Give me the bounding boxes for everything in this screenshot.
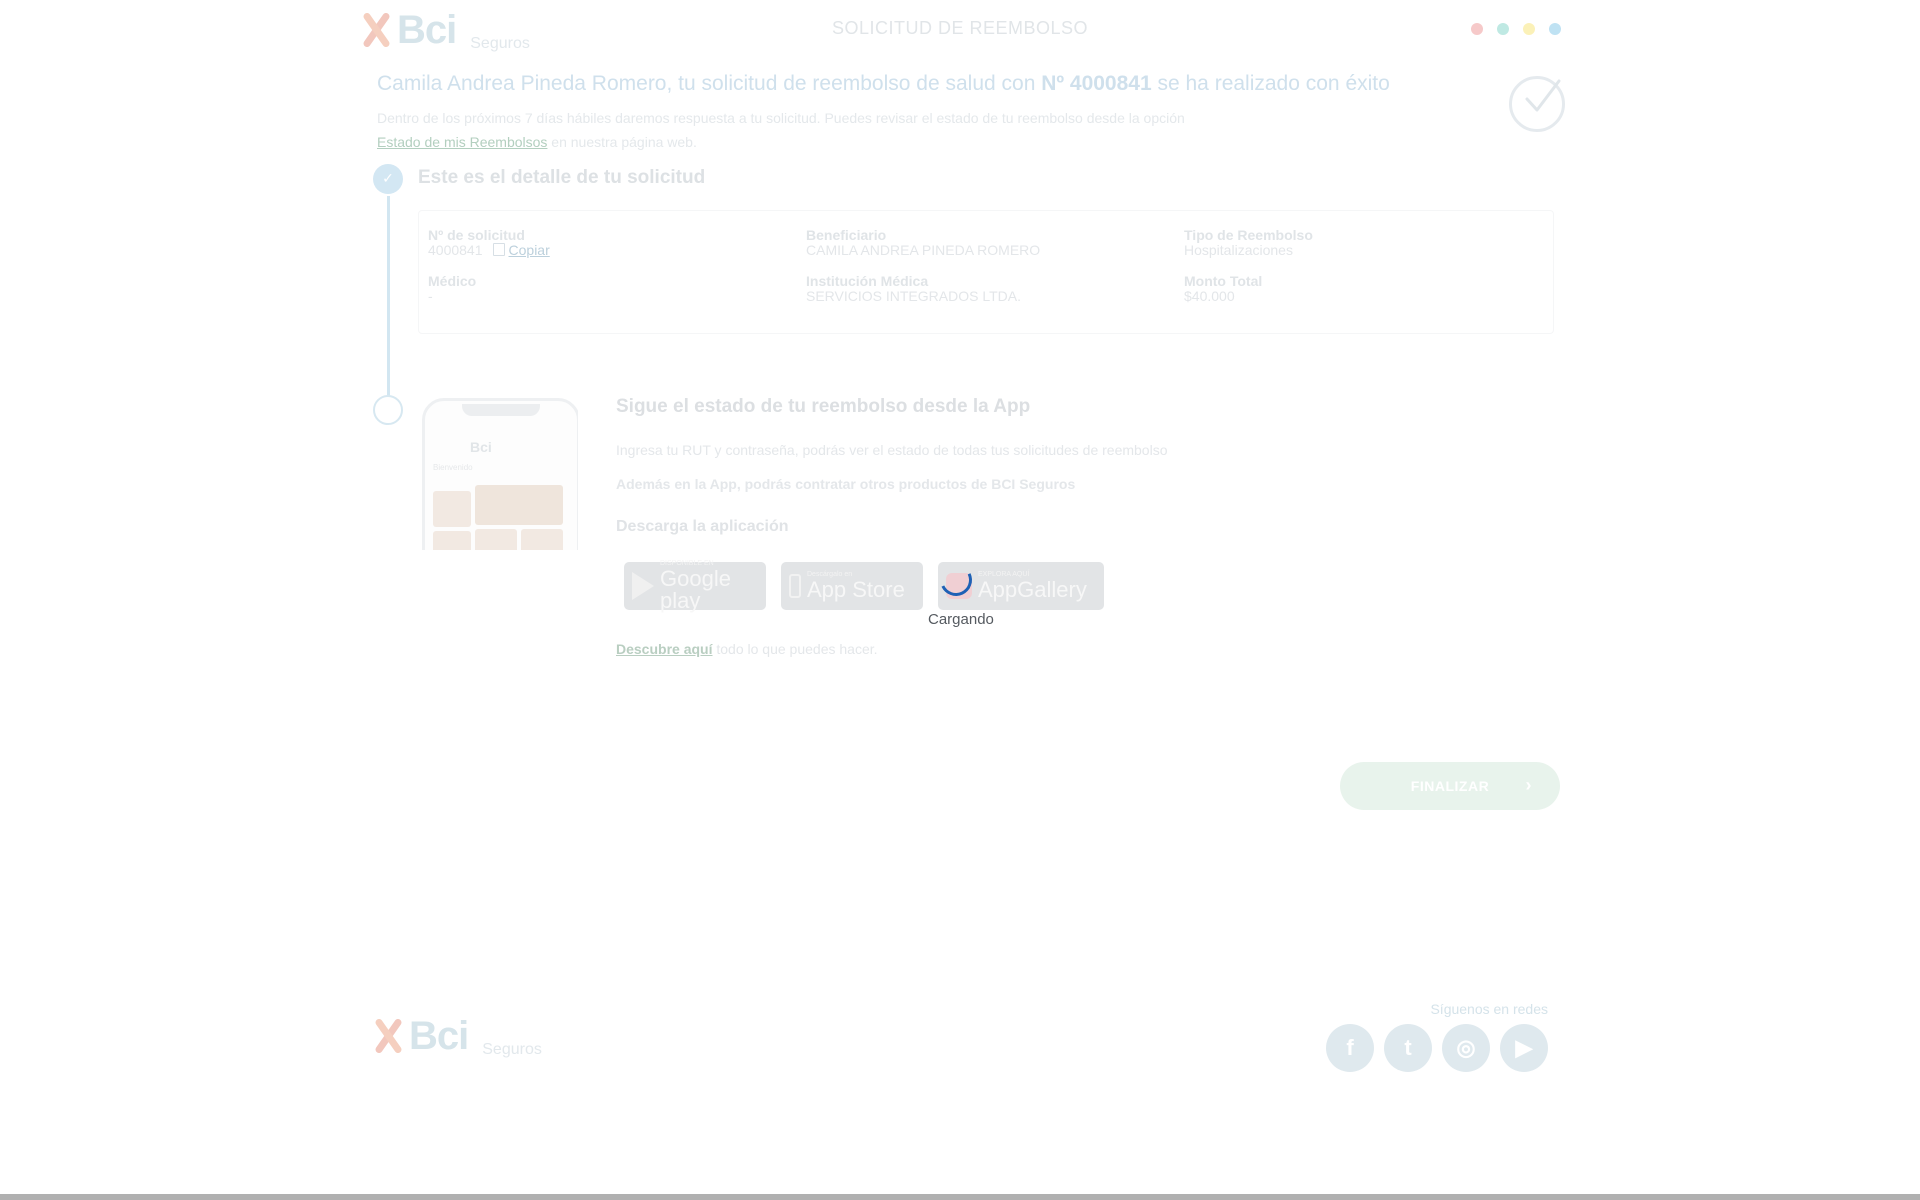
doctor-label: Médico <box>428 273 477 289</box>
follow-us-label: Síguenos en redes <box>1430 1001 1548 1017</box>
phone-mockup-image: Bci Bienvenido <box>422 398 578 550</box>
medical-institution-value: SERVICIOS INTEGRADOS LTDA. <box>806 288 1021 304</box>
request-number-value: 4000841 <box>428 242 483 258</box>
total-amount-value: $40.000 <box>1184 288 1235 304</box>
google-play-button[interactable]: DISPONIBLE EN Google play <box>624 560 766 613</box>
request-detail-card: Nº de solicitud 4000841 Copiar Beneficiar… <box>418 210 1554 334</box>
beneficiary-value: CAMILA ANDREA PINEDA ROMERO <box>806 242 1041 258</box>
request-number-field: Nº de solicitud 4000841 Copiar <box>428 228 550 258</box>
discover-link[interactable]: Descubre aquí <box>616 641 712 657</box>
loading-label: Cargando <box>928 611 994 628</box>
doctor-field: Médico - <box>428 274 476 304</box>
success-description-text: Dentro de los próximos 7 días hábiles da… <box>377 110 1185 126</box>
download-app-title: Descarga la aplicación <box>616 518 789 535</box>
detail-heading: Este es el detalle de tu solicitud <box>418 167 706 188</box>
page: Bci Seguros SOLICITUD DE REEMBOLSO Camil… <box>0 0 1920 1200</box>
step-dot <box>1497 23 1509 35</box>
request-number-label: Nº de solicitud <box>428 227 525 243</box>
reimbursement-type-value: Hospitalizaciones <box>1184 242 1293 258</box>
success-request-number: Nº 4000841 <box>1041 72 1152 95</box>
finish-button-label: FINALIZAR <box>1410 778 1490 794</box>
instagram-icon[interactable]: ◎ <box>1442 1024 1490 1072</box>
google-play-label: Google play <box>660 566 731 613</box>
beneficiary-field: Beneficiario CAMILA ANDREA PINEDA ROMERO <box>806 228 1040 258</box>
app-store-label: App Store <box>807 577 905 602</box>
step-dot <box>1523 23 1535 35</box>
medical-institution-field: Institución Médica SERVICIOS INTEGRADOS … <box>806 274 1021 304</box>
app-section-title: Sigue el estado de tu reembolso desde la… <box>616 396 1031 417</box>
reimbursement-status-link[interactable]: Estado de mis Reembolsos <box>377 134 547 150</box>
app-section-text: Ingresa tu RUT y contraseña, podrás ver … <box>616 442 1168 458</box>
reimbursement-type-label: Tipo de Reembolso <box>1184 227 1313 243</box>
success-description: Dentro de los próximos 7 días hábiles da… <box>377 106 1185 154</box>
success-title-end: se ha realizado con éxito <box>1151 72 1390 95</box>
facebook-icon[interactable]: f <box>1326 1024 1374 1072</box>
google-play-icon <box>632 572 654 600</box>
success-check-icon <box>1509 76 1565 132</box>
footer-logo-word: Bci <box>409 1014 469 1058</box>
chevron-right-icon: › <box>1525 775 1532 795</box>
page-title: SOLICITUD DE REEMBOLSO <box>831 18 1089 38</box>
footer-bci-seguros-logo[interactable]: Bci Seguros <box>373 1014 542 1058</box>
timeline-line <box>387 196 390 396</box>
apple-icon <box>789 574 801 598</box>
success-title-text: Camila Andrea Pineda Romero, tu solicitu… <box>377 72 1042 95</box>
copy-icon[interactable] <box>492 243 505 256</box>
app-store-button[interactable]: Descárgalo en App Store <box>781 562 923 610</box>
step-dot <box>1471 23 1483 35</box>
step-dot <box>1549 23 1561 35</box>
discover-rest-text: todo lo que puedes hacer. <box>712 641 878 657</box>
finish-button[interactable]: FINALIZAR › <box>1340 762 1560 810</box>
success-description-end: en nuestra página web. <box>547 134 697 150</box>
social-links: f t ◎ ▶ <box>1326 1024 1548 1072</box>
phone-welcome-text: Bienvenido <box>433 463 473 472</box>
step-complete-check-icon: ✓ <box>373 164 403 194</box>
step-pending-circle-icon <box>373 395 403 425</box>
total-amount-field: Monto Total $40.000 <box>1184 274 1262 304</box>
success-title: Camila Andrea Pineda Romero, tu solicitu… <box>377 72 1390 96</box>
total-amount-label: Monto Total <box>1184 273 1263 289</box>
medical-institution-label: Institución Médica <box>806 273 929 289</box>
beneficiary-label: Beneficiario <box>806 227 887 243</box>
step-indicator <box>1471 23 1561 35</box>
loading-spinner <box>928 552 990 614</box>
youtube-icon[interactable]: ▶ <box>1500 1024 1548 1072</box>
app-section-products-text: Además en la App, podrás contratar otros… <box>616 476 1076 492</box>
phone-logo: Bci <box>470 439 492 455</box>
doctor-value: - <box>428 288 433 304</box>
twitter-icon[interactable]: t <box>1384 1024 1432 1072</box>
reimbursement-type-field: Tipo de Reembolso Hospitalizaciones <box>1184 228 1313 258</box>
app-gallery-label: AppGallery <box>978 577 1087 602</box>
footer-logo-sub: Seguros <box>482 1041 542 1058</box>
bottom-bar <box>0 1194 1920 1200</box>
loading-spinner-icon <box>935 559 977 601</box>
copy-button[interactable]: Copiar <box>509 242 550 258</box>
discover-text: Descubre aquí todo lo que puedes hacer. <box>616 641 878 657</box>
bci-logo-mark-icon <box>373 1016 403 1056</box>
